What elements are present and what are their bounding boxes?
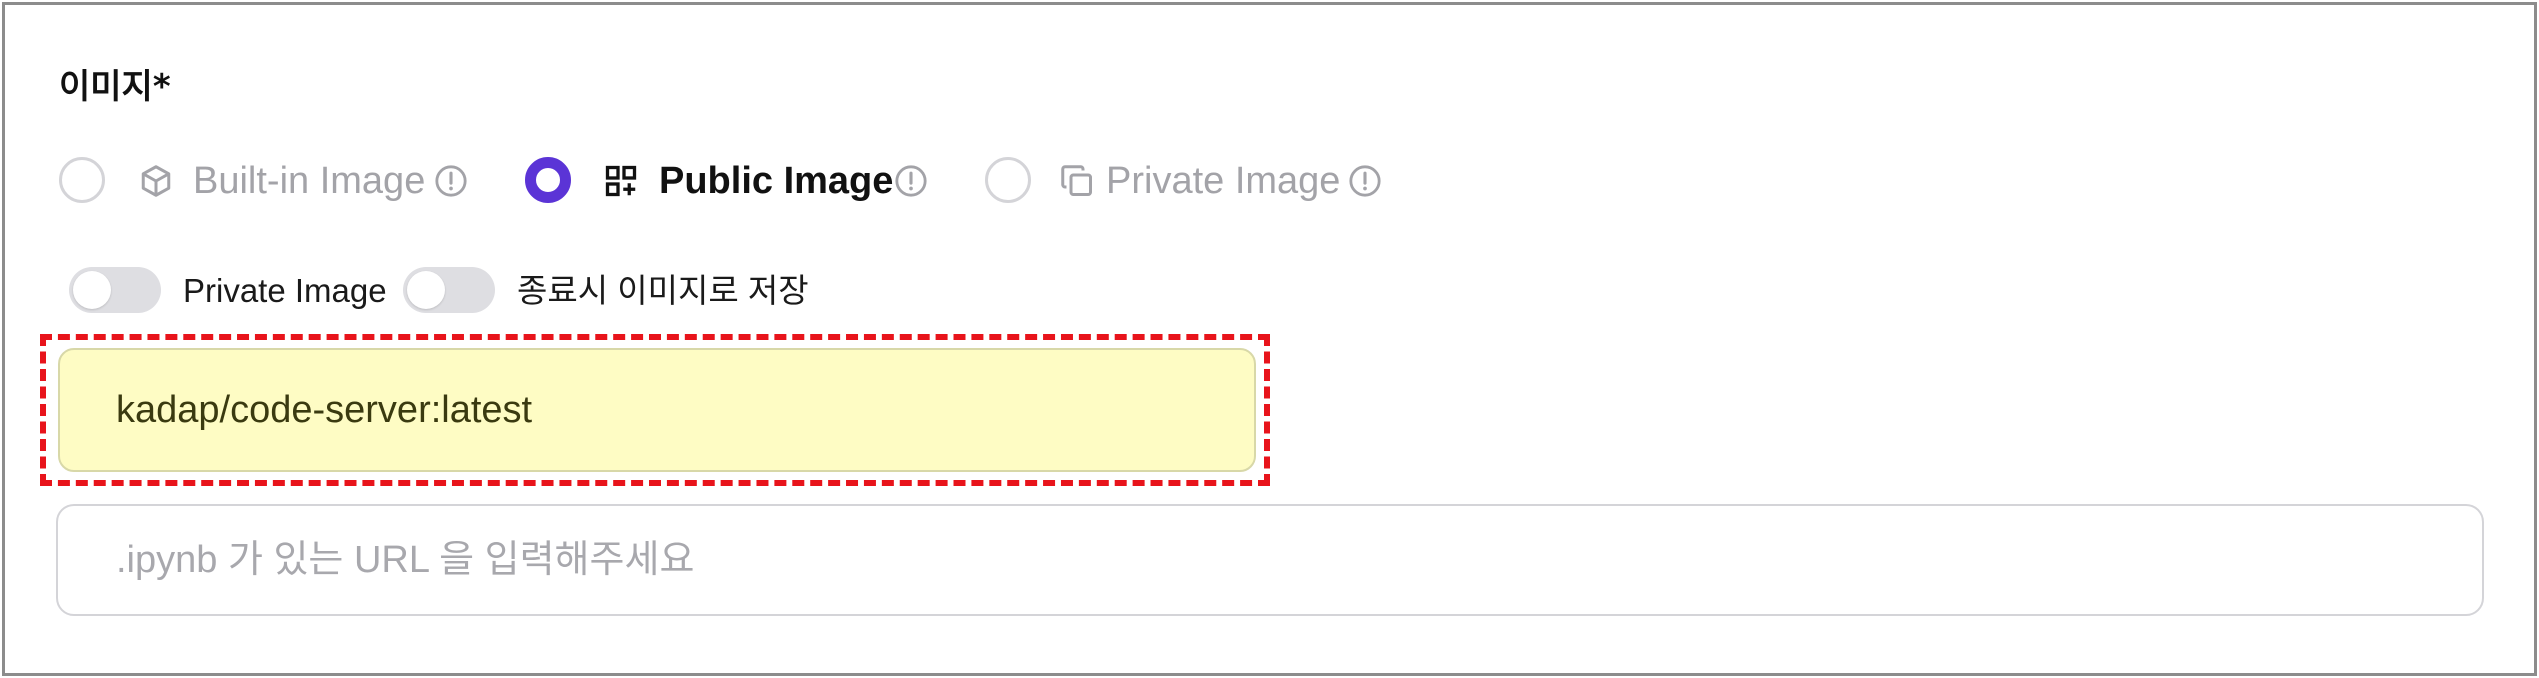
- save-on-exit-toggle[interactable]: [403, 267, 495, 313]
- info-icon[interactable]: [434, 164, 468, 198]
- option-label-public-image[interactable]: Public Image: [659, 159, 893, 203]
- copy-stack-icon: [1061, 165, 1092, 196]
- cube-icon: [141, 165, 171, 197]
- image-type-radio-group: Built-in Image Public Image Private Imag…: [59, 155, 1509, 207]
- notebook-url-input[interactable]: [56, 504, 2484, 616]
- save-on-exit-toggle-label: 종료시 이미지로 저장: [517, 272, 809, 309]
- radio-built-in-image[interactable]: [59, 157, 105, 203]
- info-icon[interactable]: [894, 164, 928, 198]
- image-name-input[interactable]: [58, 348, 1256, 472]
- grid-plus-icon: [605, 165, 637, 197]
- option-label-built-in-image[interactable]: Built-in Image: [193, 159, 425, 203]
- option-label-private-image[interactable]: Private Image: [1106, 159, 1340, 203]
- radio-private-image[interactable]: [985, 157, 1031, 203]
- section-title: 이미지*: [59, 67, 171, 107]
- radio-public-image[interactable]: [525, 157, 571, 203]
- info-icon[interactable]: [1348, 164, 1382, 198]
- private-image-toggle[interactable]: [69, 267, 161, 313]
- toggle-row: Private Image 종료시 이미지로 저장: [69, 265, 869, 315]
- toggle-knob: [407, 271, 445, 309]
- toggle-knob: [73, 271, 111, 309]
- private-image-toggle-label: Private Image: [183, 272, 387, 309]
